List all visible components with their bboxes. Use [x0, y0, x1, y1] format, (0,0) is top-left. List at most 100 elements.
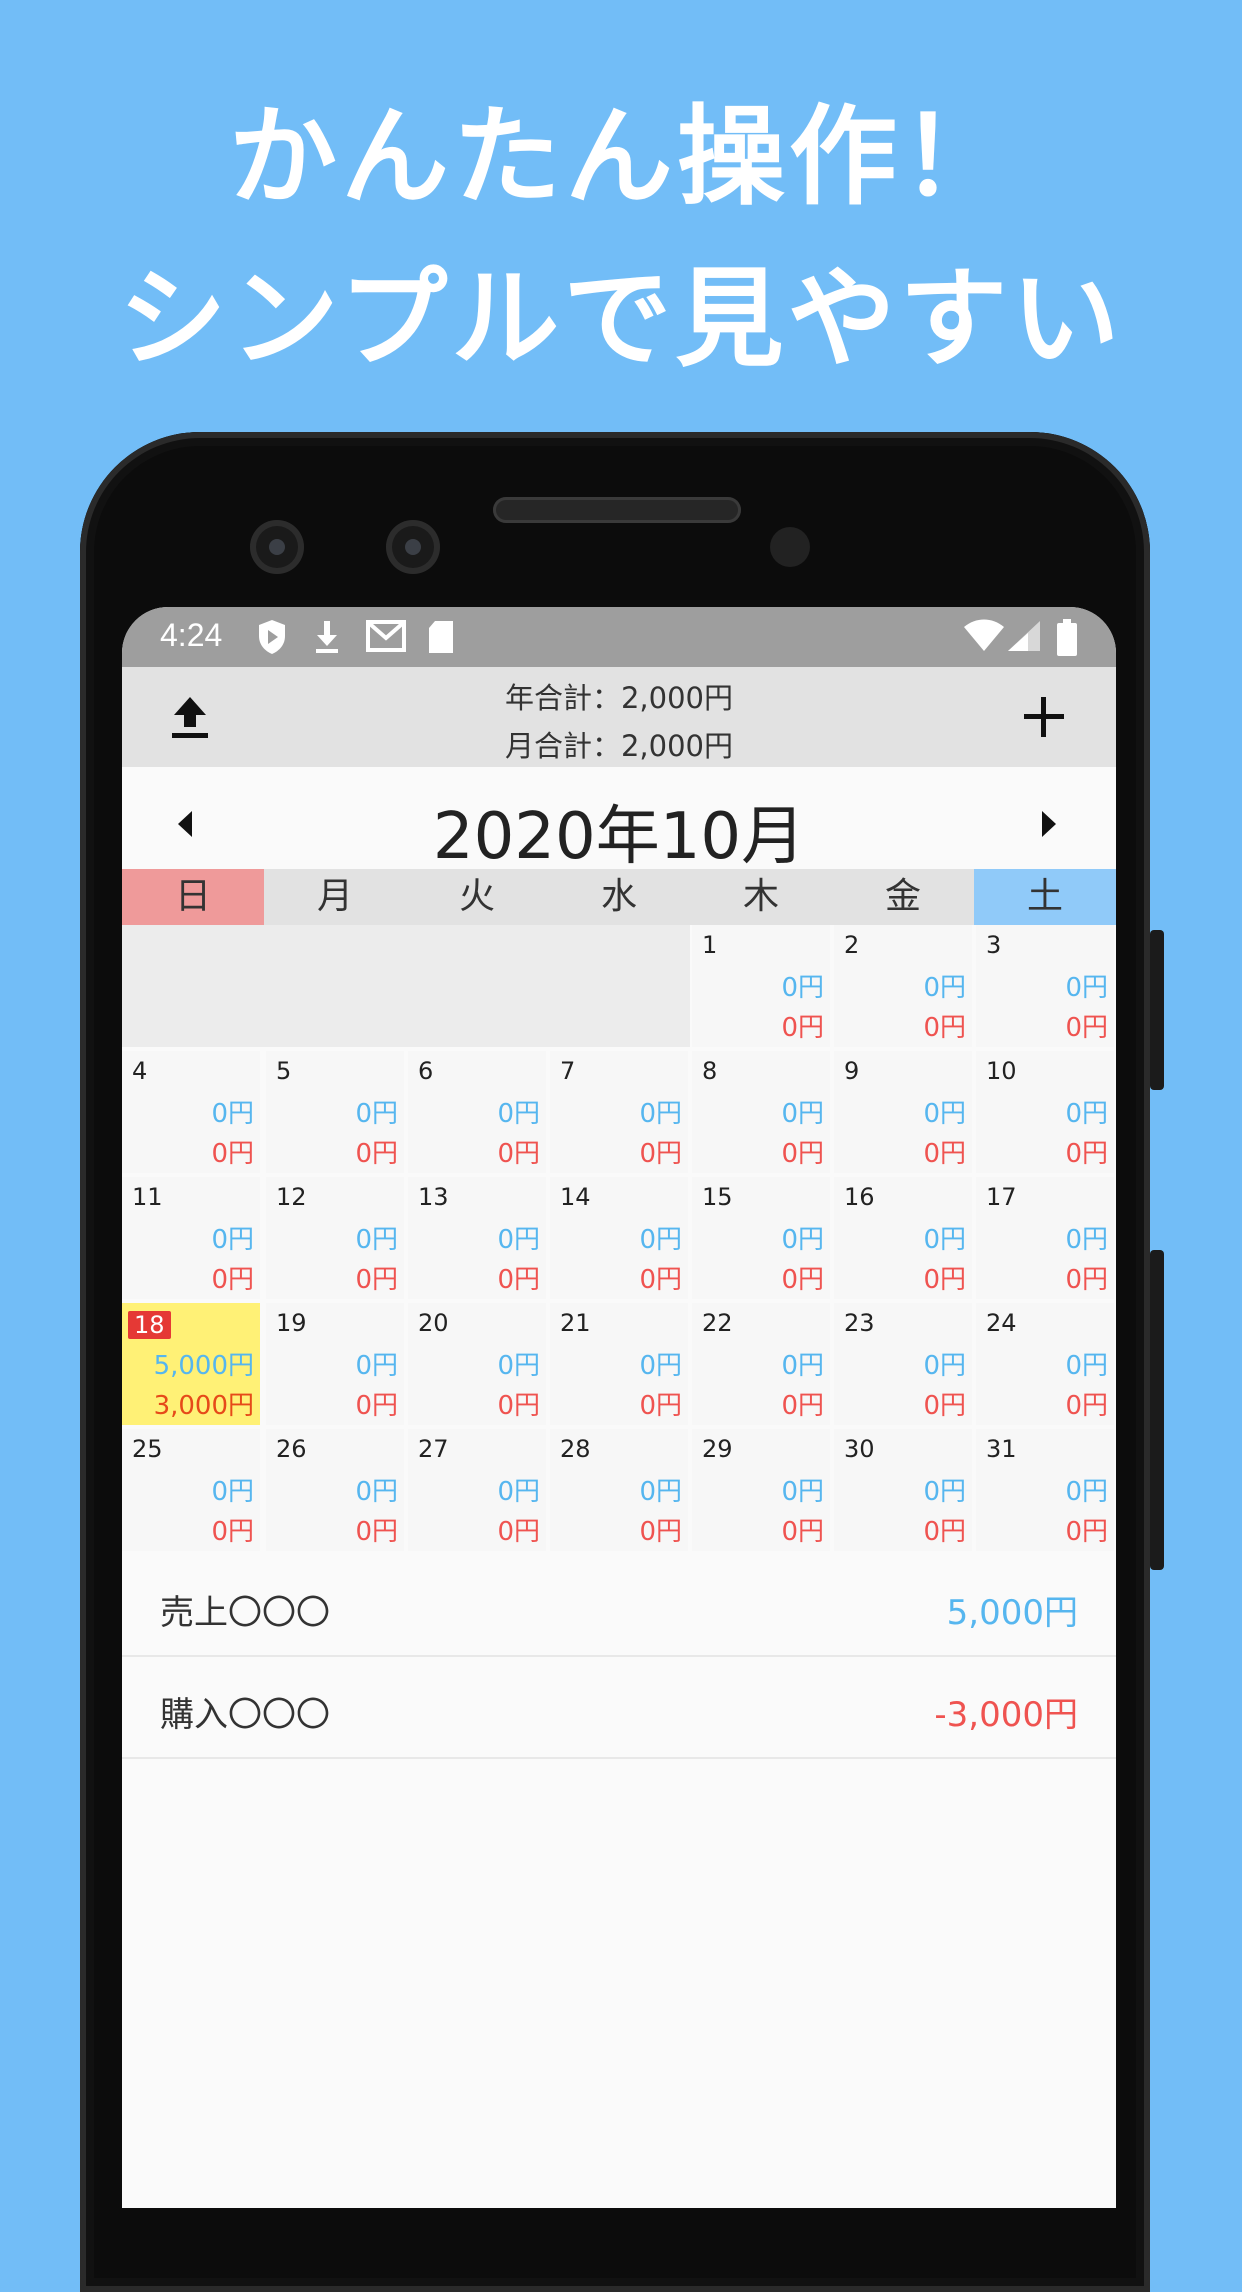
day-income: 0円 — [355, 1225, 398, 1255]
calendar-day-cell[interactable]: 23 0円 0円 — [834, 1303, 972, 1425]
day-expense: 0円 — [211, 1517, 254, 1547]
calendar-day-cell[interactable]: 7 0円 0円 — [550, 1051, 688, 1173]
day-expense: 0円 — [639, 1391, 682, 1421]
day-number: 1 — [702, 931, 718, 959]
calendar-day-cell[interactable]: 19 0円 0円 — [266, 1303, 404, 1425]
day-number: 22 — [702, 1309, 733, 1337]
day-expense: 0円 — [1065, 1391, 1108, 1421]
day-expense: 0円 — [497, 1265, 540, 1295]
day-income: 0円 — [923, 1351, 966, 1381]
app-screen: 4:24 年合計：2,000円 月合計：2,000円 2020年10月 日 月 … — [122, 607, 1116, 2208]
chevron-right-icon[interactable] — [1024, 799, 1074, 849]
day-expense: 0円 — [923, 1139, 966, 1169]
day-number: 27 — [418, 1435, 449, 1463]
battery-icon — [1057, 619, 1077, 656]
day-number: 15 — [702, 1183, 733, 1211]
calendar-day-cell[interactable]: 20 0円 0円 — [408, 1303, 546, 1425]
calendar-day-cell[interactable]: 14 0円 0円 — [550, 1177, 688, 1299]
day-number: 4 — [132, 1057, 148, 1085]
day-number: 5 — [276, 1057, 292, 1085]
upload-icon[interactable] — [170, 695, 210, 741]
day-number: 7 — [560, 1057, 576, 1085]
calendar-day-cell[interactable]: 18 5,000円 3,000円 — [122, 1303, 260, 1425]
calendar-day-cell[interactable]: 24 0円 0円 — [976, 1303, 1114, 1425]
day-expense: 0円 — [1065, 1517, 1108, 1547]
calendar-day-cell[interactable]: 3 0円 0円 — [976, 925, 1114, 1047]
weekday-sunday: 日 — [122, 869, 264, 925]
day-income: 0円 — [639, 1477, 682, 1507]
status-time: 4:24 — [160, 617, 223, 653]
calendar-day-cell[interactable]: 13 0円 0円 — [408, 1177, 546, 1299]
day-number: 8 — [702, 1057, 718, 1085]
day-number: 29 — [702, 1435, 733, 1463]
calendar-day-cell[interactable]: 15 0円 0円 — [692, 1177, 830, 1299]
day-expense: 0円 — [923, 1265, 966, 1295]
day-income: 0円 — [1065, 1099, 1108, 1129]
calendar-day-cell[interactable]: 4 0円 0円 — [122, 1051, 260, 1173]
day-number: 2 — [844, 931, 860, 959]
calendar-day-cell[interactable]: 8 0円 0円 — [692, 1051, 830, 1173]
day-income: 0円 — [497, 1099, 540, 1129]
calendar-day-cell[interactable]: 1 0円 0円 — [692, 925, 830, 1047]
phone-volume-button — [1150, 930, 1164, 1090]
calendar-day-cell[interactable]: 25 0円 0円 — [122, 1429, 260, 1551]
day-expense: 0円 — [639, 1265, 682, 1295]
calendar-empty-cell — [548, 925, 690, 1047]
day-income: 0円 — [923, 973, 966, 1003]
calendar-day-cell[interactable]: 31 0円 0円 — [976, 1429, 1114, 1551]
day-expense: 0円 — [923, 1013, 966, 1043]
day-income: 0円 — [781, 1225, 824, 1255]
plus-icon[interactable] — [1022, 691, 1066, 743]
calendar-day-cell[interactable]: 2 0円 0円 — [834, 925, 972, 1047]
list-item[interactable]: 売上〇〇〇 5,000円 — [122, 1555, 1116, 1657]
calendar-day-cell[interactable]: 28 0円 0円 — [550, 1429, 688, 1551]
day-income: 0円 — [639, 1225, 682, 1255]
list-item[interactable]: 購入〇〇〇 -3,000円 — [122, 1657, 1116, 1759]
weekday-monday: 月 — [316, 876, 353, 917]
status-bar: 4:24 — [122, 607, 1116, 667]
chevron-left-icon[interactable] — [160, 799, 210, 849]
front-camera-icon — [250, 520, 304, 574]
day-expense: 0円 — [781, 1139, 824, 1169]
shield-icon — [259, 620, 285, 654]
day-income: 0円 — [497, 1477, 540, 1507]
calendar-day-cell[interactable]: 9 0円 0円 — [834, 1051, 972, 1173]
calendar-day-cell[interactable]: 29 0円 0円 — [692, 1429, 830, 1551]
calendar-day-cell[interactable]: 30 0円 0円 — [834, 1429, 972, 1551]
calendar-day-cell[interactable]: 17 0円 0円 — [976, 1177, 1114, 1299]
day-income: 0円 — [1065, 1477, 1108, 1507]
day-expense: 0円 — [1065, 1013, 1108, 1043]
calendar-day-cell[interactable]: 16 0円 0円 — [834, 1177, 972, 1299]
month-total: 月合計：2,000円 — [504, 729, 734, 763]
day-expense: 0円 — [355, 1265, 398, 1295]
day-income: 0円 — [355, 1477, 398, 1507]
calendar-day-cell[interactable]: 11 0円 0円 — [122, 1177, 260, 1299]
day-income: 0円 — [923, 1225, 966, 1255]
calendar-empty-cell — [122, 925, 264, 1047]
calendar-day-cell[interactable]: 10 0円 0円 — [976, 1051, 1114, 1173]
calendar-day-cell[interactable]: 27 0円 0円 — [408, 1429, 546, 1551]
day-number: 9 — [844, 1057, 860, 1085]
day-number: 21 — [560, 1309, 591, 1337]
wifi-icon — [964, 619, 1004, 651]
day-expense: 0円 — [639, 1517, 682, 1547]
promo-subheadline: シンプルで見やすい — [118, 257, 1124, 382]
entry-label: 売上〇〇〇 — [160, 1593, 330, 1633]
calendar-day-cell[interactable]: 21 0円 0円 — [550, 1303, 688, 1425]
calendar-day-cell[interactable]: 22 0円 0円 — [692, 1303, 830, 1425]
day-number: 30 — [844, 1435, 875, 1463]
day-expense: 0円 — [211, 1139, 254, 1169]
day-expense: 3,000円 — [153, 1391, 254, 1421]
promo-headline: かんたん操作！ — [228, 95, 1013, 220]
calendar-day-cell[interactable]: 12 0円 0円 — [266, 1177, 404, 1299]
day-number: 11 — [132, 1183, 163, 1211]
entry-list: 売上〇〇〇 5,000円 購入〇〇〇 -3,000円 — [122, 1555, 1116, 1759]
calendar-day-cell[interactable]: 6 0円 0円 — [408, 1051, 546, 1173]
download-icon — [316, 621, 338, 653]
day-number: 26 — [276, 1435, 307, 1463]
calendar-day-cell[interactable]: 26 0円 0円 — [266, 1429, 404, 1551]
calendar-day-cell[interactable]: 5 0円 0円 — [266, 1051, 404, 1173]
entry-amount: 5,000円 — [946, 1593, 1078, 1633]
day-income: 0円 — [781, 1099, 824, 1129]
day-income: 0円 — [1065, 1351, 1108, 1381]
